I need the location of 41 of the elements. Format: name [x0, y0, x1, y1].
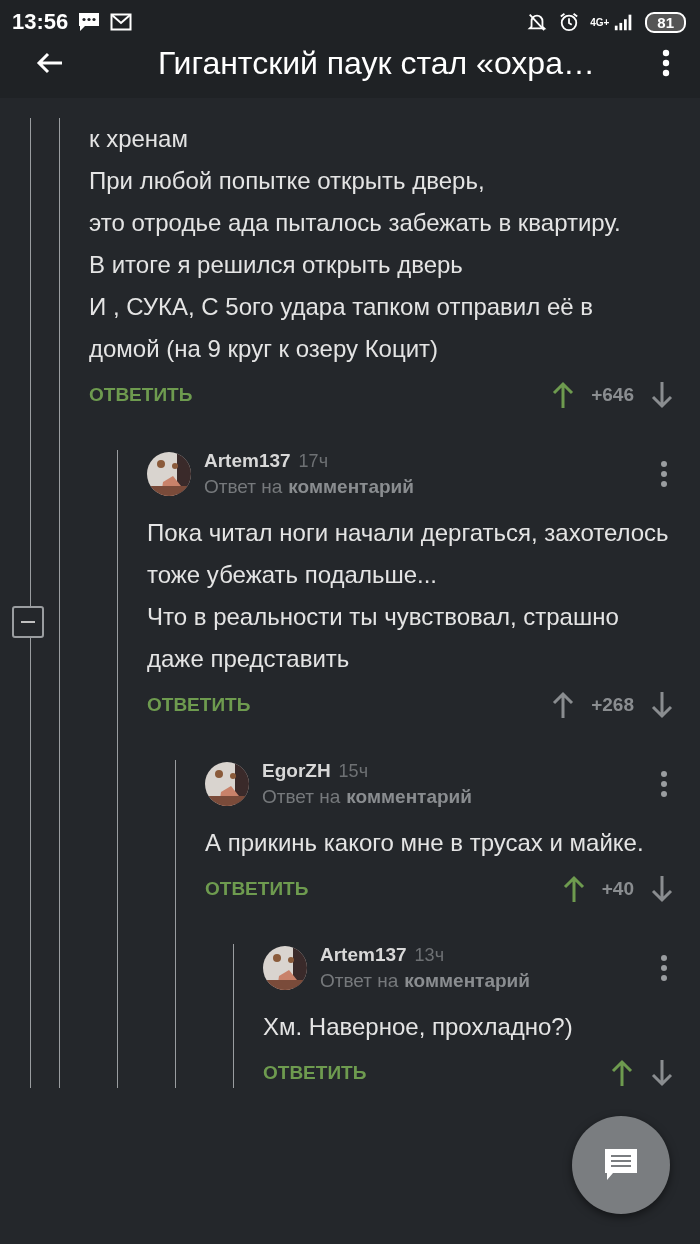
post-title: Гигантский паук стал «охра…: [158, 44, 596, 82]
downvote-arrow-icon[interactable]: [650, 690, 674, 720]
more-options-icon[interactable]: [662, 49, 670, 77]
mail-icon: [110, 12, 133, 32]
author-name[interactable]: EgorZH: [262, 760, 331, 782]
reply-button[interactable]: ОТВЕТИТЬ: [147, 694, 251, 716]
back-arrow-icon[interactable]: [36, 51, 64, 75]
downvote-arrow-icon[interactable]: [650, 380, 674, 410]
rating-count: +646: [591, 384, 634, 406]
upvote-arrow-icon[interactable]: [561, 874, 586, 904]
comment-text: А прикинь какого мне в трусах и майке.: [205, 828, 645, 858]
rating-count: +268: [591, 694, 634, 716]
downvote-arrow-icon[interactable]: [650, 1058, 674, 1088]
upvote-arrow-icon[interactable]: [551, 690, 576, 720]
network-type: 4G+: [590, 16, 610, 28]
author-name[interactable]: Artem137: [320, 944, 407, 966]
author-name[interactable]: Artem137: [204, 450, 291, 472]
reply-to-link[interactable]: комментарий: [404, 970, 530, 991]
reply-to-label: Ответ на: [262, 786, 341, 807]
downvote-arrow-icon[interactable]: [650, 874, 674, 904]
comment-text: Хм. Наверное, прохладно?): [263, 1012, 574, 1042]
reply-button[interactable]: ОТВЕТИТЬ: [263, 1062, 367, 1084]
reply-button[interactable]: ОТВЕТИТЬ: [89, 384, 193, 406]
collapse-thread-button[interactable]: [12, 606, 44, 638]
comment-text: Пока читал ноги начали дергаться, захотелось тоже убежать подальше... Что в реальности ты чувствовал, страшно даже представить: [147, 518, 670, 674]
comment-time: 13ч: [414, 945, 444, 966]
message-icon: [78, 12, 101, 32]
reply-to-link[interactable]: комментарий: [288, 476, 414, 497]
comment-text: к хренам При любой попытке открыть дверь, это отродье ада пыталось забежать в квартиру. В итоге я решился открыть дверь И , СУКА, С 5ого удара тапком отправил её в домой (на 9 круг к озеру Коцит): [89, 124, 622, 364]
upvote-arrow-icon[interactable]: [551, 380, 576, 410]
comment-time: 15ч: [338, 761, 368, 782]
muted-bell-icon: [526, 12, 549, 32]
reply-to-link[interactable]: комментарий: [346, 786, 472, 807]
comment-time: 17ч: [298, 451, 328, 472]
reply-to-label: Ответ на: [320, 970, 399, 991]
status-time: 13:56: [12, 9, 69, 35]
reply-button[interactable]: ОТВЕТИТЬ: [205, 878, 309, 900]
reply-to-label: Ответ на: [204, 476, 283, 497]
upvote-arrow-icon[interactable]: [610, 1058, 634, 1088]
battery-level: 81: [645, 11, 686, 33]
rating-count: +40: [601, 878, 634, 900]
